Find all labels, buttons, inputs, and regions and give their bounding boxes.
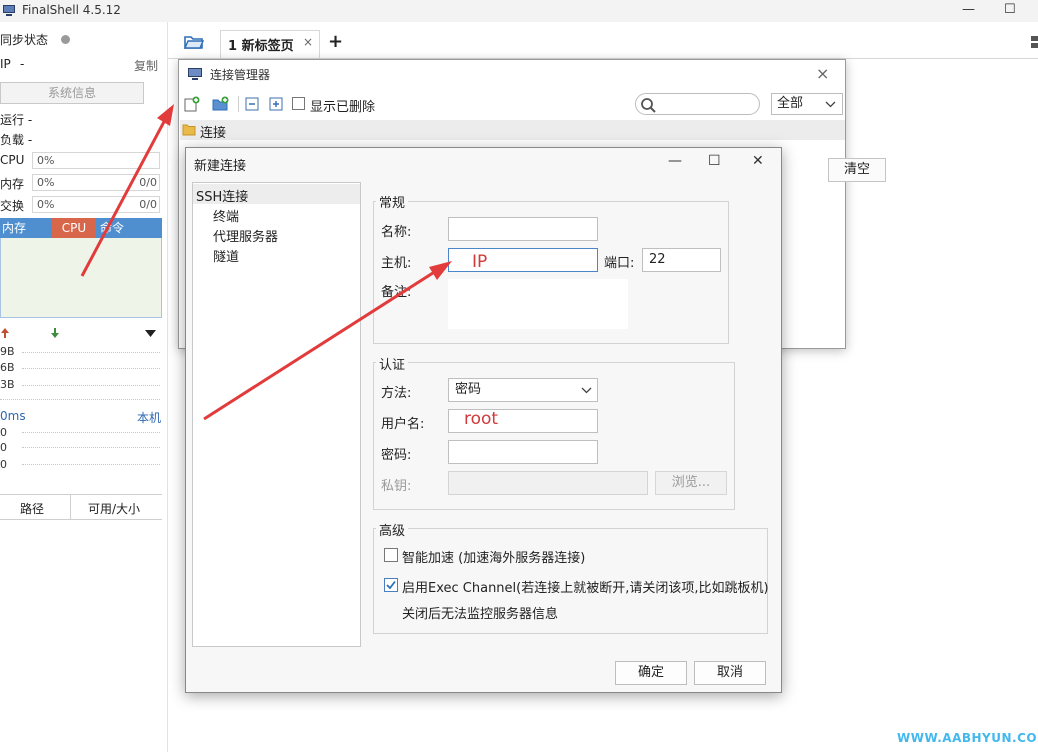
annotation-arrows xyxy=(80,104,452,421)
watermark: WWW.AABHYUN.COM xyxy=(897,731,1038,745)
annotation-arrow xyxy=(80,104,174,277)
annotation-arrow xyxy=(203,261,452,421)
